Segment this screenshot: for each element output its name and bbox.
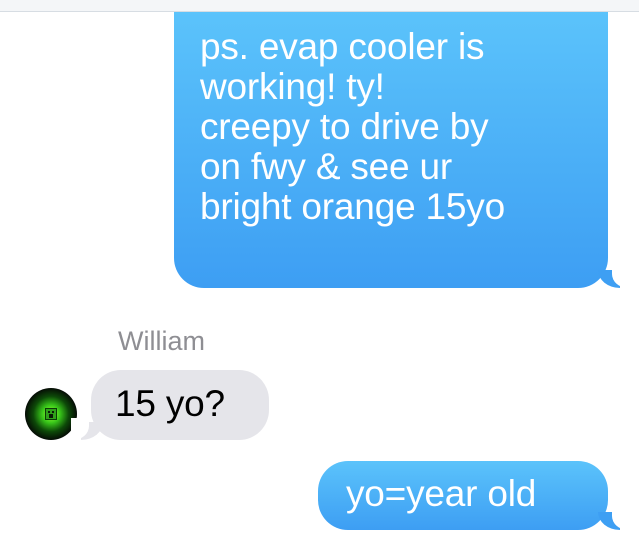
creeper-avatar-icon[interactable] — [25, 388, 77, 440]
sent-message-bubble[interactable]: yo=year old — [318, 461, 608, 530]
status-bar-edge — [0, 0, 639, 12]
sender-name: William — [118, 326, 205, 356]
sent-bubble-tail — [598, 266, 630, 288]
sent-message-bubble[interactable]: ps. evap cooler is working! ty! creepy t… — [174, 12, 608, 288]
received-bubble-tail — [71, 418, 103, 440]
creeper-face-icon — [45, 408, 57, 420]
sent-bubble-tail — [598, 508, 630, 530]
received-message-bubble[interactable]: 15 yo? — [91, 370, 269, 440]
